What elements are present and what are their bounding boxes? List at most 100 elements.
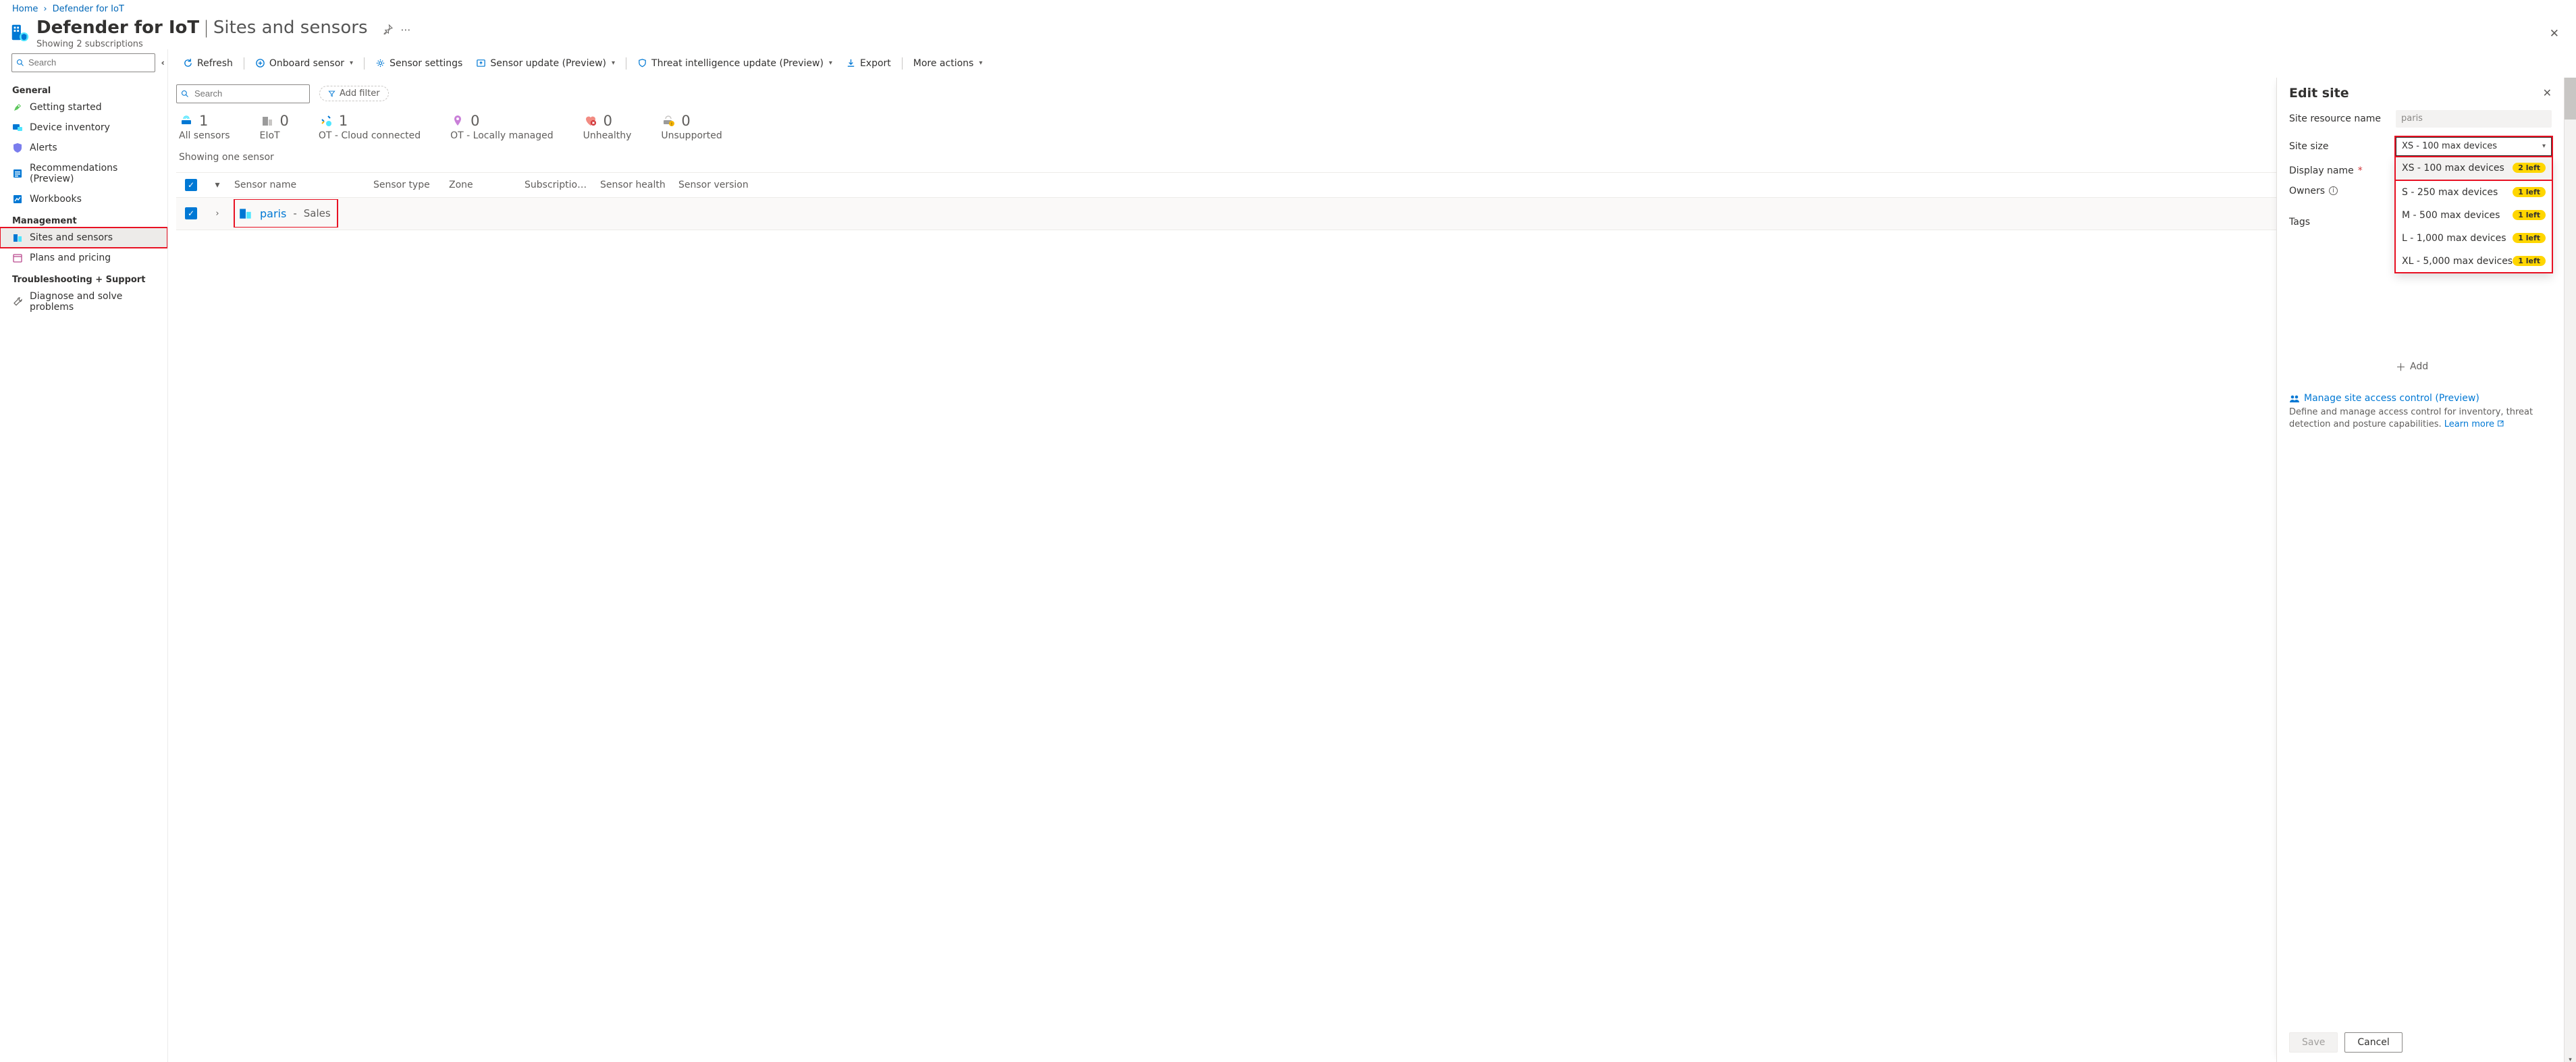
- page-header: Defender for IoT | Sites and sensors Sho…: [0, 16, 2576, 49]
- stats-row: 1 All sensors 0 EIoT 1 OT - Cloud connec…: [176, 113, 2276, 148]
- sidebar-item-diagnose[interactable]: Diagnose and solve problems: [0, 286, 167, 317]
- expand-row-toggle[interactable]: ›: [206, 209, 229, 219]
- content-area: Refresh Onboard sensor ▾ Sensor settings…: [167, 49, 2576, 1062]
- sidebar-item-label: Recommendations (Preview): [30, 163, 161, 184]
- site-name-link[interactable]: paris: [260, 207, 286, 220]
- more-actions-button[interactable]: More actions ▾: [907, 53, 990, 74]
- cancel-button[interactable]: Cancel: [2344, 1032, 2402, 1053]
- sidebar-search[interactable]: [11, 53, 155, 72]
- option-xl[interactable]: XL - 5,000 max devices 1 left: [2395, 250, 2552, 273]
- col-sensor-type[interactable]: Sensor type: [368, 180, 444, 190]
- chevron-down-icon: ▾: [612, 59, 615, 67]
- col-sensor-name[interactable]: Sensor name: [229, 180, 368, 190]
- sidebar-item-device-inventory[interactable]: Device inventory: [0, 117, 167, 138]
- sidebar-search-input[interactable]: [27, 57, 151, 68]
- col-subscription[interactable]: Subscription ...: [519, 180, 595, 190]
- page-title: Defender for IoT | Sites and sensors: [36, 18, 368, 38]
- calendar-icon: [12, 253, 23, 263]
- download-icon: [846, 58, 856, 68]
- owners-label: Owners i: [2289, 186, 2389, 196]
- manage-access-link[interactable]: Manage site access control (Preview): [2289, 393, 2552, 404]
- search-icon: [181, 90, 189, 98]
- option-s[interactable]: S - 250 max devices 1 left: [2395, 181, 2552, 204]
- sidebar-item-plans-pricing[interactable]: Plans and pricing: [0, 248, 167, 268]
- stat-ot-cloud[interactable]: 1 OT - Cloud connected: [319, 113, 421, 141]
- cloud-tools-icon: [319, 113, 333, 128]
- add-filter-button[interactable]: Add filter: [319, 86, 389, 101]
- sensor-settings-button[interactable]: Sensor settings: [369, 53, 469, 74]
- filter-icon: [328, 90, 336, 97]
- sidebar-item-workbooks[interactable]: Workbooks: [0, 189, 167, 209]
- chevron-down-icon: ▾: [350, 59, 353, 67]
- resource-icon: [9, 22, 30, 43]
- display-name-label: Display name*: [2289, 165, 2389, 176]
- add-tag-button[interactable]: ＋ Add: [2396, 360, 2552, 374]
- resource-name-label: Site resource name: [2289, 113, 2389, 124]
- update-icon: [476, 58, 486, 68]
- close-blade-icon[interactable]: ✕: [2550, 27, 2566, 41]
- collapse-sidebar-icon[interactable]: ‹‹: [161, 58, 162, 68]
- sites-icon: [12, 232, 23, 243]
- site-size-dropdown: XS - 100 max devices 2 left S - 250 max …: [2395, 157, 2552, 273]
- pin-icon[interactable]: [383, 24, 393, 34]
- table-row[interactable]: ✓ › paris - Sales: [176, 198, 2276, 230]
- stat-unhealthy[interactable]: 0 Unhealthy: [583, 113, 632, 141]
- section-general: General: [0, 83, 167, 97]
- sidebar-item-getting-started[interactable]: Getting started: [0, 97, 167, 117]
- sidebar-item-label: Getting started: [30, 102, 102, 113]
- panel-close-icon[interactable]: ✕: [2543, 86, 2552, 99]
- search-icon: [16, 59, 24, 67]
- grid-search-input[interactable]: [193, 88, 305, 99]
- title-primary: Defender for IoT: [36, 18, 199, 38]
- stat-ot-local[interactable]: 0 OT - Locally managed: [450, 113, 554, 141]
- col-zone[interactable]: Zone: [444, 180, 519, 190]
- breadcrumb-home[interactable]: Home: [12, 4, 38, 14]
- section-troubleshoot: Troubleshooting + Support: [0, 272, 167, 286]
- gear-icon: [375, 58, 385, 68]
- section-management: Management: [0, 213, 167, 228]
- site-icon: [238, 206, 253, 221]
- onboard-sensor-button[interactable]: Onboard sensor ▾: [248, 53, 360, 74]
- site-cell[interactable]: paris - Sales: [234, 199, 338, 228]
- export-button[interactable]: Export: [839, 53, 898, 74]
- learn-more-link[interactable]: Learn more: [2444, 419, 2505, 429]
- option-m[interactable]: M - 500 max devices 1 left: [2395, 204, 2552, 227]
- people-icon: [2289, 393, 2300, 404]
- select-all-checkbox[interactable]: ✓: [185, 179, 197, 191]
- refresh-button[interactable]: Refresh: [176, 53, 240, 74]
- remaining-badge: 2 left: [2513, 163, 2546, 173]
- breadcrumb-defender[interactable]: Defender for IoT: [53, 4, 124, 14]
- stat-all-sensors[interactable]: 1 All sensors: [179, 113, 230, 141]
- row-checkbox[interactable]: ✓: [185, 207, 197, 219]
- sidebar-item-sites-sensors[interactable]: Sites and sensors: [0, 228, 167, 248]
- sensor-update-button[interactable]: Sensor update (Preview) ▾: [469, 53, 622, 74]
- remaining-badge: 1 left: [2513, 233, 2546, 243]
- more-icon[interactable]: ⋯: [401, 24, 411, 36]
- col-version[interactable]: Sensor version: [673, 180, 761, 190]
- sidebar-item-recommendations[interactable]: Recommendations (Preview): [0, 158, 167, 189]
- sidebar-item-alerts[interactable]: Alerts: [0, 138, 167, 158]
- stat-eiot[interactable]: 0 EIoT: [260, 113, 289, 141]
- expand-all-toggle[interactable]: ▾: [206, 180, 229, 190]
- option-l[interactable]: L - 1,000 max devices 1 left: [2395, 227, 2552, 250]
- save-button[interactable]: Save: [2289, 1032, 2338, 1053]
- info-icon[interactable]: i: [2329, 186, 2338, 195]
- site-size-select[interactable]: XS - 100 max devices ▾ XS - 100 max devi…: [2396, 137, 2552, 156]
- shield-icon: [12, 142, 23, 153]
- tags-label: Tags: [2289, 217, 2389, 228]
- wrench-icon: [12, 296, 23, 307]
- grid-search[interactable]: [176, 84, 310, 103]
- scroll-down-icon[interactable]: ▾: [2565, 1057, 2576, 1062]
- scrollbar[interactable]: ▴ ▾: [2564, 78, 2576, 1062]
- option-xs[interactable]: XS - 100 max devices 2 left: [2395, 157, 2552, 181]
- panel-footer: Save Cancel: [2277, 1026, 2564, 1062]
- threat-update-button[interactable]: Threat intelligence update (Preview) ▾: [630, 53, 839, 74]
- breadcrumb: Home › Defender for IoT: [0, 0, 2576, 16]
- command-bar: Refresh Onboard sensor ▾ Sensor settings…: [168, 49, 2576, 78]
- stat-unsupported[interactable]: !0 Unsupported: [661, 113, 722, 141]
- sidebar-item-label: Sites and sensors: [30, 232, 113, 243]
- sidebar-item-label: Workbooks: [30, 194, 82, 205]
- plus-circle-icon: [255, 58, 265, 68]
- scroll-thumb[interactable]: [2565, 78, 2576, 120]
- col-health[interactable]: Sensor health: [595, 180, 673, 190]
